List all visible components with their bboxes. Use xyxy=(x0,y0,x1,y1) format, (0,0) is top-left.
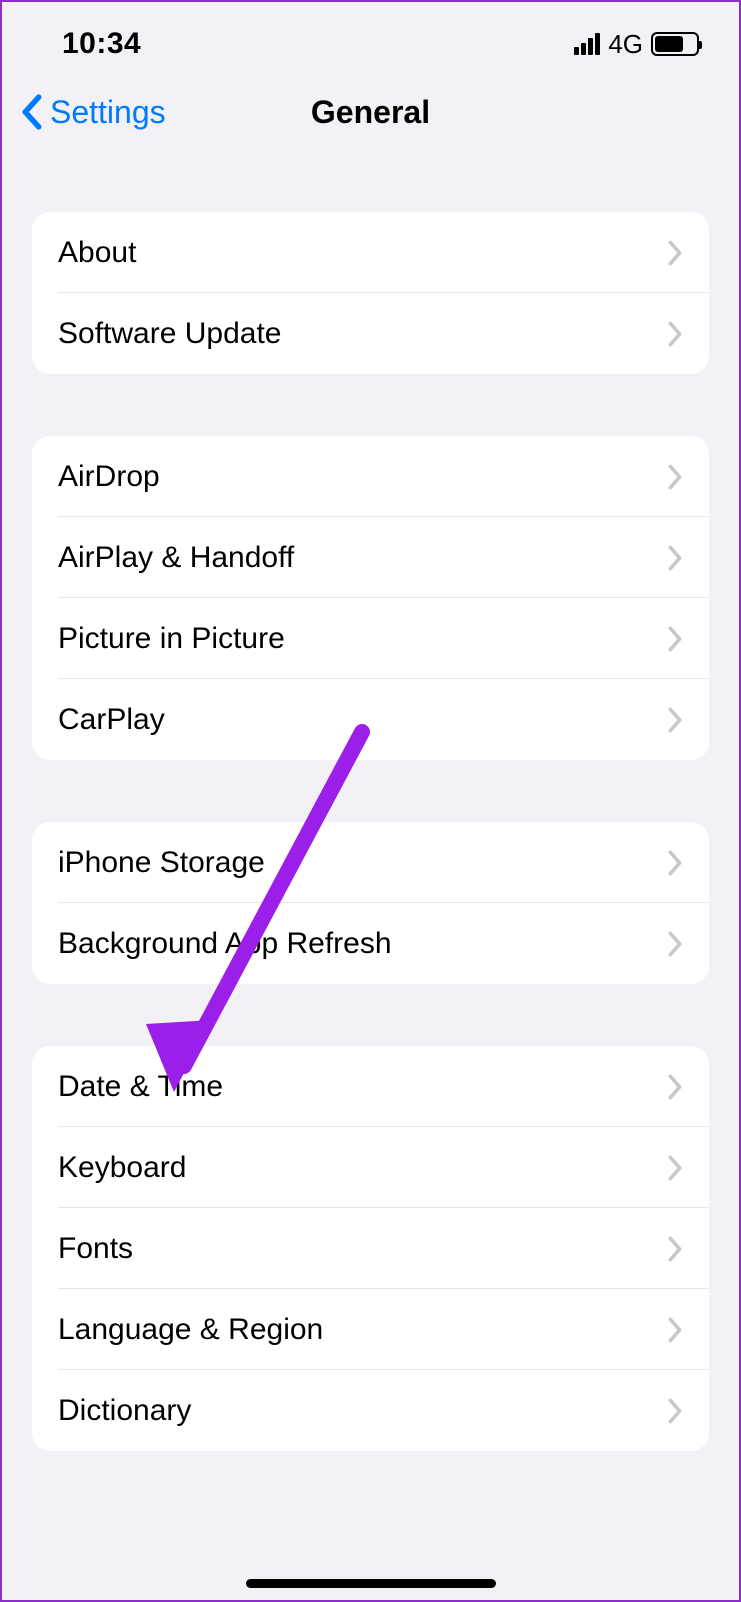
row-about[interactable]: About xyxy=(32,212,709,293)
row-fonts[interactable]: Fonts xyxy=(32,1208,709,1289)
chevron-right-icon xyxy=(667,1236,683,1262)
chevron-right-icon xyxy=(667,626,683,652)
row-label: Software Update xyxy=(58,317,281,351)
network-type-label: 4G xyxy=(608,29,643,60)
chevron-right-icon xyxy=(667,464,683,490)
chevron-right-icon xyxy=(667,931,683,957)
row-label: Date & Time xyxy=(58,1070,223,1104)
settings-content: About Software Update AirDrop AirPlay & Han… xyxy=(2,152,739,1451)
row-airdrop[interactable]: AirDrop xyxy=(32,436,709,517)
status-time: 10:34 xyxy=(62,27,141,61)
row-label: Picture in Picture xyxy=(58,622,285,656)
chevron-right-icon xyxy=(667,321,683,347)
row-software-update[interactable]: Software Update xyxy=(32,293,709,374)
row-language-region[interactable]: Language & Region xyxy=(32,1289,709,1370)
row-label: Dictionary xyxy=(58,1394,191,1428)
back-label: Settings xyxy=(50,94,166,131)
row-label: Background App Refresh xyxy=(58,927,392,961)
row-label: About xyxy=(58,236,136,270)
battery-icon xyxy=(651,32,699,56)
chevron-right-icon xyxy=(667,1398,683,1424)
chevron-right-icon xyxy=(667,1317,683,1343)
row-label: CarPlay xyxy=(58,703,165,737)
row-keyboard[interactable]: Keyboard xyxy=(32,1127,709,1208)
chevron-right-icon xyxy=(667,1074,683,1100)
row-label: Fonts xyxy=(58,1232,133,1266)
settings-group: AirDrop AirPlay & Handoff Picture in Pictu… xyxy=(32,436,709,760)
chevron-left-icon xyxy=(18,93,46,131)
row-airplay-handoff[interactable]: AirPlay & Handoff xyxy=(32,517,709,598)
row-label: AirDrop xyxy=(58,460,160,494)
row-label: Keyboard xyxy=(58,1151,186,1185)
back-button[interactable]: Settings xyxy=(18,93,166,131)
row-label: AirPlay & Handoff xyxy=(58,541,294,575)
status-indicators: 4G xyxy=(574,29,699,60)
row-carplay[interactable]: CarPlay xyxy=(32,679,709,760)
chevron-right-icon xyxy=(667,240,683,266)
row-label: Language & Region xyxy=(58,1313,323,1347)
row-background-app-refresh[interactable]: Background App Refresh xyxy=(32,903,709,984)
chevron-right-icon xyxy=(667,707,683,733)
navigation-bar: Settings General xyxy=(2,72,739,152)
row-iphone-storage[interactable]: iPhone Storage xyxy=(32,822,709,903)
row-label: iPhone Storage xyxy=(58,846,265,880)
row-dictionary[interactable]: Dictionary xyxy=(32,1370,709,1451)
page-title: General xyxy=(311,94,430,131)
home-indicator[interactable] xyxy=(246,1579,496,1588)
chevron-right-icon xyxy=(667,545,683,571)
status-bar: 10:34 4G xyxy=(2,2,739,72)
chevron-right-icon xyxy=(667,1155,683,1181)
cellular-signal-icon xyxy=(574,33,600,55)
settings-group: Date & Time Keyboard Fonts Language & Regio… xyxy=(32,1046,709,1451)
chevron-right-icon xyxy=(667,850,683,876)
row-picture-in-picture[interactable]: Picture in Picture xyxy=(32,598,709,679)
settings-group: About Software Update xyxy=(32,212,709,374)
row-date-time[interactable]: Date & Time xyxy=(32,1046,709,1127)
settings-group: iPhone Storage Background App Refresh xyxy=(32,822,709,984)
